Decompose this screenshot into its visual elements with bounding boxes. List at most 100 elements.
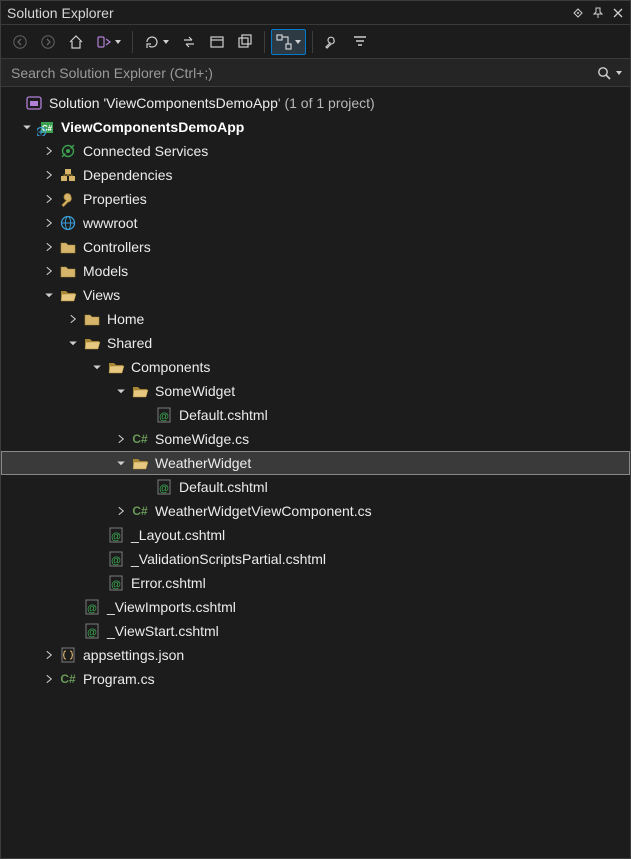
- csharp-icon: C#: [131, 430, 149, 448]
- chevron-down-icon[interactable]: [65, 335, 81, 351]
- tree-item-default-cshtml-2[interactable]: Default.cshtml: [1, 475, 630, 499]
- filter-button[interactable]: [347, 29, 373, 55]
- home-button[interactable]: [63, 29, 89, 55]
- tree-item-weatherwidget[interactable]: WeatherWidget: [1, 451, 630, 475]
- chevron-right-icon[interactable]: [113, 503, 129, 519]
- toolbar-separator: [312, 31, 313, 53]
- chevron-down-icon[interactable]: [89, 359, 105, 375]
- nav-back-button[interactable]: [7, 29, 33, 55]
- toolbar-separator: [264, 31, 265, 53]
- tree-item-label: appsettings.json: [83, 647, 184, 663]
- tree-item-label: Home: [107, 311, 144, 327]
- tree-item-label: _ValidationScriptsPartial.cshtml: [131, 551, 326, 567]
- nav-forward-button[interactable]: [35, 29, 61, 55]
- tree-item-connected-services[interactable]: Connected Services: [1, 139, 630, 163]
- tree-item-viewimports[interactable]: _ViewImports.cshtml: [1, 595, 630, 619]
- json-icon: [59, 646, 77, 664]
- search-bar: [1, 59, 630, 87]
- csharp-icon: C#: [59, 670, 77, 688]
- tree-item-somewidge-cs[interactable]: C# SomeWidge.cs: [1, 427, 630, 451]
- tree-item-properties[interactable]: Properties: [1, 187, 630, 211]
- tree-item-label: Models: [83, 263, 128, 279]
- tree-item-label: _ViewStart.cshtml: [107, 623, 219, 639]
- solution-icon: [25, 94, 43, 112]
- chevron-right-icon[interactable]: [41, 239, 57, 255]
- solution-explorer-panel: Solution Explorer Solution 'ViewC: [0, 0, 631, 859]
- folder-icon: [59, 262, 77, 280]
- tree-item-somewidget[interactable]: SomeWidget: [1, 379, 630, 403]
- tree-item-label: Default.cshtml: [179, 479, 268, 495]
- preview-selected-button[interactable]: [271, 29, 306, 55]
- tree-item-label: SomeWidge.cs: [155, 431, 249, 447]
- chevron-down-icon[interactable]: [113, 455, 129, 471]
- tree[interactable]: Solution 'ViewComponentsDemoApp' (1 of 1…: [1, 87, 630, 858]
- chevron-right-icon[interactable]: [41, 671, 57, 687]
- folder-open-icon: [83, 334, 101, 352]
- folder-open-icon: [107, 358, 125, 376]
- tree-item-label: Shared: [107, 335, 152, 351]
- tree-item-label: Program.cs: [83, 671, 155, 687]
- tree-item-valscripts[interactable]: _ValidationScriptsPartial.cshtml: [1, 547, 630, 571]
- chevron-right-icon[interactable]: [41, 167, 57, 183]
- tree-item-error[interactable]: Error.cshtml: [1, 571, 630, 595]
- pin-icon[interactable]: [592, 7, 604, 19]
- tree-item-label: wwwroot: [83, 215, 137, 231]
- chevron-down-icon[interactable]: [41, 287, 57, 303]
- tree-item-components[interactable]: Components: [1, 355, 630, 379]
- tree-item-label: Properties: [83, 191, 147, 207]
- tree-item-label: Default.cshtml: [179, 407, 268, 423]
- tree-item-appsettings[interactable]: appsettings.json: [1, 643, 630, 667]
- sync-active-doc-button[interactable]: [176, 29, 202, 55]
- tree-item-label: WeatherWidgetViewComponent.cs: [155, 503, 372, 519]
- search-input[interactable]: [9, 64, 596, 82]
- chevron-down-icon[interactable]: [113, 383, 129, 399]
- tree-item-models[interactable]: Models: [1, 259, 630, 283]
- folder-open-icon: [131, 454, 149, 472]
- tree-item-wwwroot[interactable]: wwwroot: [1, 211, 630, 235]
- toolbar: [1, 25, 630, 59]
- tree-item-label: WeatherWidget: [155, 455, 251, 471]
- close-icon[interactable]: [612, 7, 624, 19]
- tree-item-label: Error.cshtml: [131, 575, 206, 591]
- chevron-right-icon[interactable]: [113, 431, 129, 447]
- tree-item-home[interactable]: Home: [1, 307, 630, 331]
- pending-changes-filter-button[interactable]: [139, 29, 174, 55]
- globe-icon: [59, 214, 77, 232]
- window-options-icon[interactable]: [572, 7, 584, 19]
- chevron-right-icon[interactable]: [41, 215, 57, 231]
- titlebar: Solution Explorer: [1, 1, 630, 25]
- tree-item-weather-vc[interactable]: C# WeatherWidgetViewComponent.cs: [1, 499, 630, 523]
- chevron-right-icon[interactable]: [65, 311, 81, 327]
- properties-button[interactable]: [204, 29, 230, 55]
- tree-item-default-cshtml[interactable]: Default.cshtml: [1, 403, 630, 427]
- tree-item-label: Components: [131, 359, 210, 375]
- project-label: ViewComponentsDemoApp: [61, 119, 244, 135]
- cshtml-icon: [107, 574, 125, 592]
- tree-item-label: _Layout.cshtml: [131, 527, 225, 543]
- search-icon[interactable]: [596, 65, 622, 81]
- switch-views-button[interactable]: [91, 29, 126, 55]
- tree-item-viewstart[interactable]: _ViewStart.cshtml: [1, 619, 630, 643]
- tree-item-controllers[interactable]: Controllers: [1, 235, 630, 259]
- show-all-files-button[interactable]: [232, 29, 258, 55]
- tree-item-shared[interactable]: Shared: [1, 331, 630, 355]
- tree-item-program-cs[interactable]: C# Program.cs: [1, 667, 630, 691]
- chevron-right-icon[interactable]: [41, 647, 57, 663]
- dependencies-icon: [59, 166, 77, 184]
- solution-label: Solution 'ViewComponentsDemoApp' (1 of 1…: [49, 95, 375, 111]
- chevron-right-icon[interactable]: [41, 263, 57, 279]
- project-node[interactable]: ViewComponentsDemoApp: [1, 115, 630, 139]
- tree-item-layout[interactable]: _Layout.cshtml: [1, 523, 630, 547]
- tree-item-label: Views: [83, 287, 120, 303]
- tree-item-dependencies[interactable]: Dependencies: [1, 163, 630, 187]
- tree-item-views[interactable]: Views: [1, 283, 630, 307]
- solution-node[interactable]: Solution 'ViewComponentsDemoApp' (1 of 1…: [1, 91, 630, 115]
- folder-open-icon: [131, 382, 149, 400]
- csproj-icon: [37, 118, 55, 136]
- wrench-button[interactable]: [319, 29, 345, 55]
- chevron-down-icon[interactable]: [19, 119, 35, 135]
- cshtml-icon: [83, 598, 101, 616]
- chevron-right-icon[interactable]: [41, 191, 57, 207]
- chevron-right-icon[interactable]: [41, 143, 57, 159]
- csharp-icon: C#: [131, 502, 149, 520]
